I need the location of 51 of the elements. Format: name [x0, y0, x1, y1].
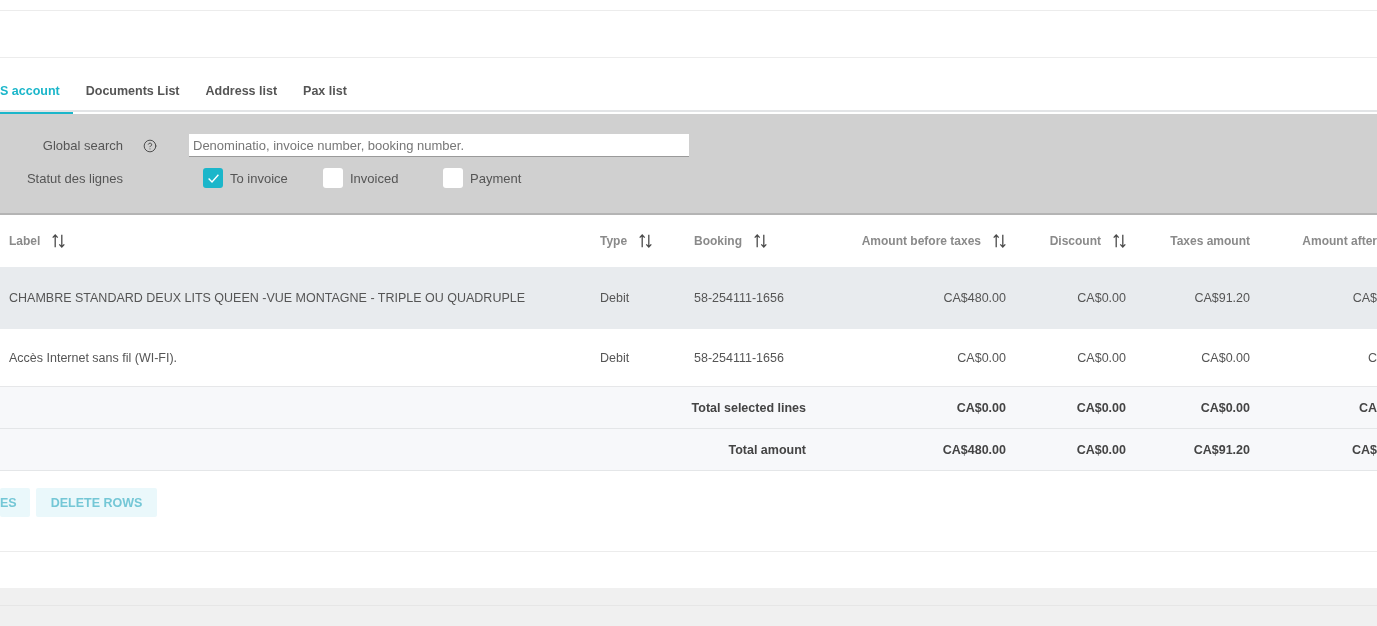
total-cell-text: CA$0.00 — [1199, 400, 1251, 415]
tab[interactable]: Pax list — [290, 70, 360, 114]
sort-icon[interactable] — [754, 234, 767, 248]
table-cell-text: CA$0.00 — [1076, 350, 1127, 365]
total-cell-text: CA$91.20 — [1192, 442, 1251, 457]
column-header: Type — [600, 234, 628, 248]
table-cell-text: CHAMBRE STANDARD DEUX LITS QUEEN -VUE MONTAGNE - TRIPLE OU QUADRUPLE — [8, 290, 527, 305]
table-row[interactable]: CHAMBRE STANDARD DEUX LITS QUEEN -VUE MONTAGNE - TRIPLE OU QUADRUPLE Debit 58-254111-1656 CA$480.00 CA$0.00 CA$91.20 CA$ — [0, 267, 1377, 329]
help-icon[interactable] — [143, 138, 157, 153]
search-field[interactable]: Denominatio, invoice number, booking number. — [189, 134, 689, 157]
total-cell-text: CA — [1357, 400, 1377, 415]
checkbox[interactable] — [323, 168, 343, 188]
table-cell-text: Debit — [599, 290, 631, 305]
column-header: Booking — [694, 234, 742, 248]
checkbox-label: To invoice — [230, 170, 288, 186]
table-cell-text: CA$0.00 — [956, 350, 1007, 365]
table-cell-text: Accès Internet sans fil (WI-FI). — [8, 350, 179, 365]
column-header: Amount after — [1302, 234, 1377, 248]
checkbox[interactable] — [203, 168, 223, 188]
table-cell-text: Debit — [599, 350, 631, 365]
table-cell-text: C — [1366, 350, 1377, 365]
filter-label: Global search — [41, 138, 123, 153]
column-header: Amount before taxes — [861, 234, 981, 248]
total-cell-text: CA$ — [1351, 442, 1377, 457]
table-cell-text: CA$0.00 — [1076, 290, 1127, 305]
table-cell-text: CA$ — [1351, 290, 1377, 305]
total-cell-text: CA$0.00 — [955, 400, 1007, 415]
total-cell-text: CA$0.00 — [1075, 400, 1127, 415]
column-header: Discount — [1049, 234, 1101, 248]
table-cell-text: CA$480.00 — [942, 290, 1007, 305]
table-cell-text: 58-254111-1656 — [693, 350, 785, 365]
total-label: Total selected lines — [690, 400, 807, 415]
table-cell-text: CA$91.20 — [1193, 290, 1251, 305]
checkbox[interactable] — [443, 168, 463, 188]
checkbox-label: Invoiced — [350, 170, 399, 186]
column-header: Label — [9, 234, 41, 248]
table-cell-text: 58-254111-1656 — [693, 290, 785, 305]
total-label: Total amount — [727, 442, 807, 457]
sort-icon[interactable] — [52, 234, 66, 248]
column-header: Taxes amount — [1170, 234, 1250, 248]
sort-icon[interactable] — [639, 234, 653, 248]
table-cell-text: CA$0.00 — [1200, 350, 1251, 365]
sort-icon[interactable] — [993, 234, 1006, 248]
filter-label: Statut des lignes — [25, 170, 123, 186]
checkbox-label: Payment — [470, 170, 522, 186]
check-icon — [207, 173, 219, 183]
tab[interactable]: Address list — [192, 70, 291, 114]
tab[interactable]: Documents List — [72, 70, 193, 114]
total-cell-text: CA$0.00 — [1075, 442, 1127, 457]
total-cell-text: CA$480.00 — [941, 442, 1007, 457]
sort-icon[interactable] — [1113, 234, 1126, 248]
